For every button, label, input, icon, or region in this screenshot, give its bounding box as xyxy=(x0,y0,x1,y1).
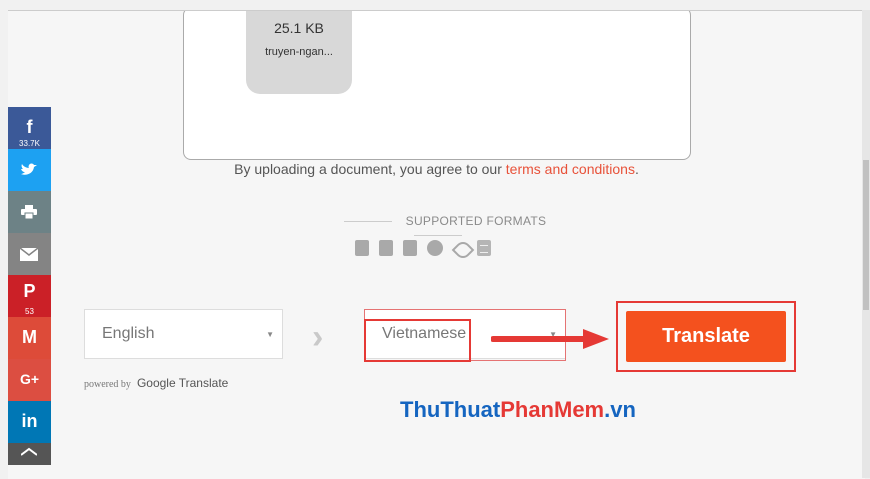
formats-title: SUPPORTED FORMATS xyxy=(405,214,547,228)
excel-icon xyxy=(403,240,417,256)
powerpoint-icon xyxy=(379,240,393,256)
print-button[interactable] xyxy=(8,191,51,233)
linkedin-icon: in xyxy=(21,411,38,431)
watermark-part1: ThuThuat xyxy=(400,397,501,422)
format-icons xyxy=(355,240,491,256)
openoffice-icon xyxy=(427,240,443,256)
text-doc-icon xyxy=(477,240,491,256)
watermark-part3: .vn xyxy=(604,397,636,422)
watermark-logo: ThuThuatPhanMem.vn xyxy=(400,397,636,423)
envelope-icon xyxy=(20,248,38,261)
file-name: truyen-ngan... xyxy=(265,46,333,58)
pinterest-share-count: 53 xyxy=(25,307,34,316)
google-plus-icon: G+ xyxy=(19,371,40,387)
file-size: 25.1 KB xyxy=(274,20,324,36)
translate-highlight-box: Translate xyxy=(616,301,796,372)
supported-formats-heading: SUPPORTED FORMATS xyxy=(308,214,568,242)
translate-button[interactable]: Translate xyxy=(626,311,786,362)
google-translate-logo[interactable]: Google Translate xyxy=(137,376,228,390)
page-content: 25.1 KB truyen-ngan... By uploading a do… xyxy=(8,10,865,479)
facebook-icon: f xyxy=(26,117,33,137)
upload-disclaimer: By uploading a document, you agree to ou… xyxy=(8,161,865,177)
vertical-scrollbar[interactable] xyxy=(862,10,870,478)
powered-by-text: powered by xyxy=(84,379,131,390)
share-more-icon xyxy=(21,447,37,456)
gmail-share-button[interactable]: M xyxy=(8,317,51,359)
pinterest-icon: P xyxy=(23,281,36,301)
upload-dropzone[interactable]: 25.1 KB truyen-ngan... xyxy=(183,11,691,160)
divider-right xyxy=(414,235,462,237)
scrollbar-thumb[interactable] xyxy=(863,160,869,310)
printer-icon xyxy=(21,205,37,219)
source-language-value: English xyxy=(102,325,155,342)
disclaimer-end: . xyxy=(634,161,639,177)
twitter-icon xyxy=(21,163,37,175)
more-share-button[interactable] xyxy=(8,443,51,465)
pdf-icon xyxy=(453,240,467,256)
google-plus-share-button[interactable]: G+ xyxy=(8,359,51,401)
uploaded-file-card[interactable]: 25.1 KB truyen-ngan... xyxy=(246,11,352,94)
linkedin-share-button[interactable]: in xyxy=(8,401,51,443)
watermark-part2: PhanMem xyxy=(500,397,605,422)
target-language-highlight-box xyxy=(364,319,471,362)
email-share-button[interactable] xyxy=(8,233,51,275)
social-share-bar: f 33.7K P 53 M G+ in xyxy=(8,107,51,465)
divider-left xyxy=(343,221,392,223)
chevron-right-icon: › xyxy=(312,318,324,356)
gmail-icon: M xyxy=(22,327,37,347)
source-language-select[interactable]: English ▼ xyxy=(84,309,283,359)
disclaimer-text: By uploading a document, you agree to ou… xyxy=(234,161,506,177)
annotation-arrow-icon xyxy=(491,329,609,349)
facebook-share-count: 33.7K xyxy=(19,139,40,148)
pinterest-share-button[interactable]: P 53 xyxy=(8,275,51,317)
twitter-share-button[interactable] xyxy=(8,149,51,191)
facebook-share-button[interactable]: f 33.7K xyxy=(8,107,51,149)
chevron-down-icon: ▼ xyxy=(266,330,274,339)
powered-by-google: powered by Google Translate xyxy=(84,376,228,390)
terms-link[interactable]: terms and conditions xyxy=(506,161,635,177)
word-icon xyxy=(355,240,369,256)
